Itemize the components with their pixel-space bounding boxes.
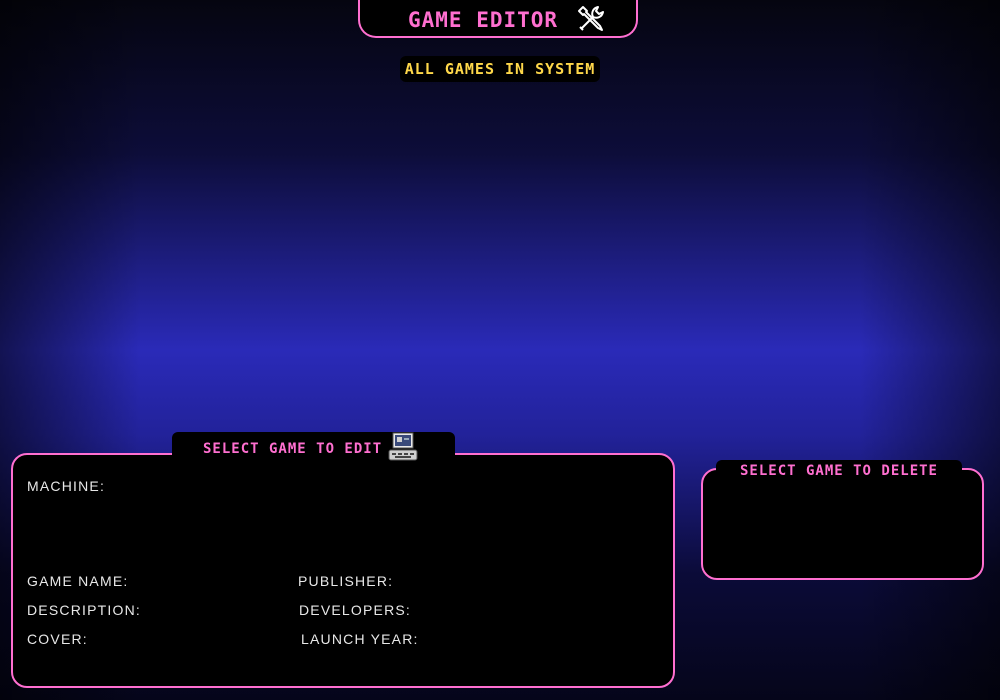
- game-name-label: GAME NAME:: [27, 573, 129, 589]
- launch-year-label: LAUNCH YEAR:: [301, 631, 419, 647]
- computer-icon: [387, 432, 419, 462]
- delete-panel-tab: SELECT GAME TO DELETE: [716, 460, 962, 482]
- developers-label: DEVELOPERS:: [299, 602, 412, 618]
- page-title: GAME EDITOR: [408, 8, 559, 32]
- description-label: DESCRIPTION:: [27, 602, 141, 618]
- cover-label: COVER:: [27, 631, 88, 647]
- select-game-to-delete-label: SELECT GAME TO DELETE: [739, 463, 938, 479]
- select-game-to-edit-label: SELECT GAME TO EDIT: [203, 441, 383, 457]
- wrench-screwdriver-icon: [576, 2, 608, 34]
- delete-game-panel: [701, 468, 984, 580]
- machine-label: MACHINE:: [27, 478, 106, 494]
- edit-panel-tab: SELECT GAME TO EDIT: [172, 432, 455, 464]
- edit-game-panel: MACHINE: GAME NAME: DESCRIPTION: COVER: …: [11, 453, 675, 688]
- header-tab: GAME EDITOR: [358, 0, 638, 38]
- all-games-label: ALL GAMES IN SYSTEM: [400, 56, 600, 82]
- publisher-label: PUBLISHER:: [298, 573, 394, 589]
